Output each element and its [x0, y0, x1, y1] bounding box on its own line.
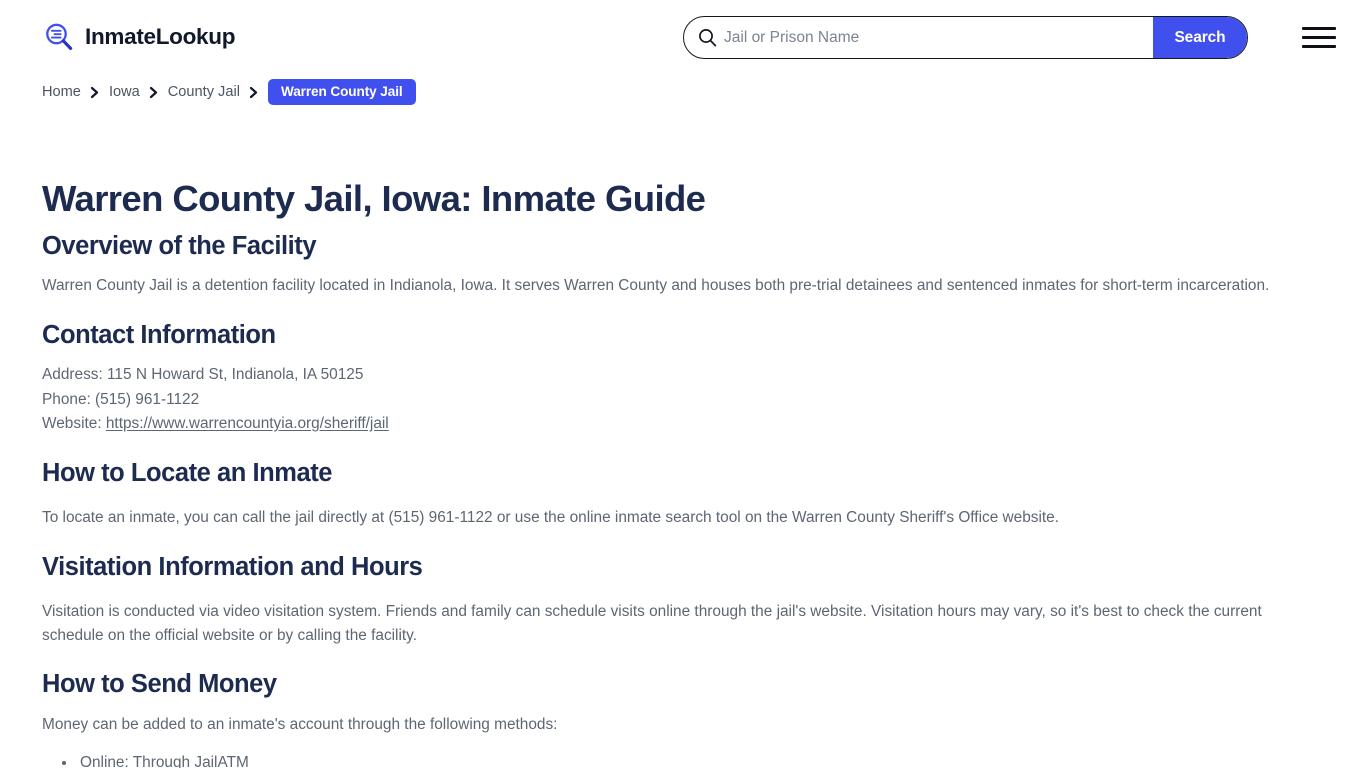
brand-logo-link[interactable]: InmateLookup: [42, 20, 235, 54]
send-money-methods: Online: Through JailATM Kiosk: Located i…: [42, 751, 1324, 768]
list-item: Online: Through JailATM: [62, 751, 1324, 768]
section-text-send-money: Money can be added to an inmate's accoun…: [42, 715, 558, 733]
breadcrumb-current-page: Warren County Jail: [267, 79, 416, 105]
menu-bar-3: [1302, 44, 1336, 48]
breadcrumb-item-county-jail[interactable]: County Jail: [168, 84, 240, 100]
search-button[interactable]: Search: [1153, 17, 1247, 58]
section-text-overview: Warren County Jail is a detention facili…: [42, 277, 1270, 295]
contact-details: Address: 115 N Howard St, Indianola, IA …: [42, 363, 1324, 435]
section-heading-contact: Contact Information: [42, 320, 276, 349]
menu-bar-2: [1302, 35, 1336, 39]
contact-website-label: Website:: [42, 414, 102, 432]
section-heading-send-money: How to Send Money: [42, 669, 277, 698]
chevron-right-icon: [90, 86, 100, 99]
section-text-locate-inmate: To locate an inmate, you can call the ja…: [42, 509, 1059, 527]
chevron-right-icon: [249, 86, 259, 99]
site-header: InmateLookup Search: [0, 0, 1366, 74]
search-input[interactable]: [724, 17, 1153, 58]
contact-address: Address: 115 N Howard St, Indianola, IA …: [42, 366, 364, 384]
magnifier-list-icon: [42, 20, 76, 54]
chevron-right-icon: [149, 86, 159, 99]
method-online-prefix: Online: Through: [80, 753, 195, 768]
hamburger-menu-icon[interactable]: [1302, 22, 1336, 52]
search-bar: Search: [683, 16, 1248, 59]
section-heading-overview: Overview of the Facility: [42, 231, 317, 260]
jailatm-link[interactable]: JailATM: [194, 754, 248, 768]
breadcrumb-item-iowa[interactable]: Iowa: [109, 84, 140, 100]
section-heading-visitation: Visitation Information and Hours: [42, 552, 423, 581]
contact-website-link[interactable]: https://www.warrencountyia.org/sheriff/j…: [106, 415, 389, 432]
breadcrumb: Home Iowa County Jail Warren County Jail: [0, 78, 1366, 106]
section-text-visitation: Visitation is conducted via video visita…: [42, 603, 1262, 644]
main-content: Warren County Jail, Iowa: Inmate Guide O…: [0, 178, 1366, 768]
contact-website-row: Website: https://www.warrencountyia.org/…: [42, 412, 1324, 436]
breadcrumb-item-home[interactable]: Home: [42, 84, 81, 100]
brand-name: InmateLookup: [85, 24, 236, 49]
search-icon: [684, 28, 724, 47]
contact-phone: Phone: (515) 961-1122: [42, 390, 200, 408]
section-heading-locate-inmate: How to Locate an Inmate: [42, 458, 333, 487]
page-title: Warren County Jail, Iowa: Inmate Guide: [42, 178, 706, 219]
menu-bar-1: [1302, 26, 1336, 30]
